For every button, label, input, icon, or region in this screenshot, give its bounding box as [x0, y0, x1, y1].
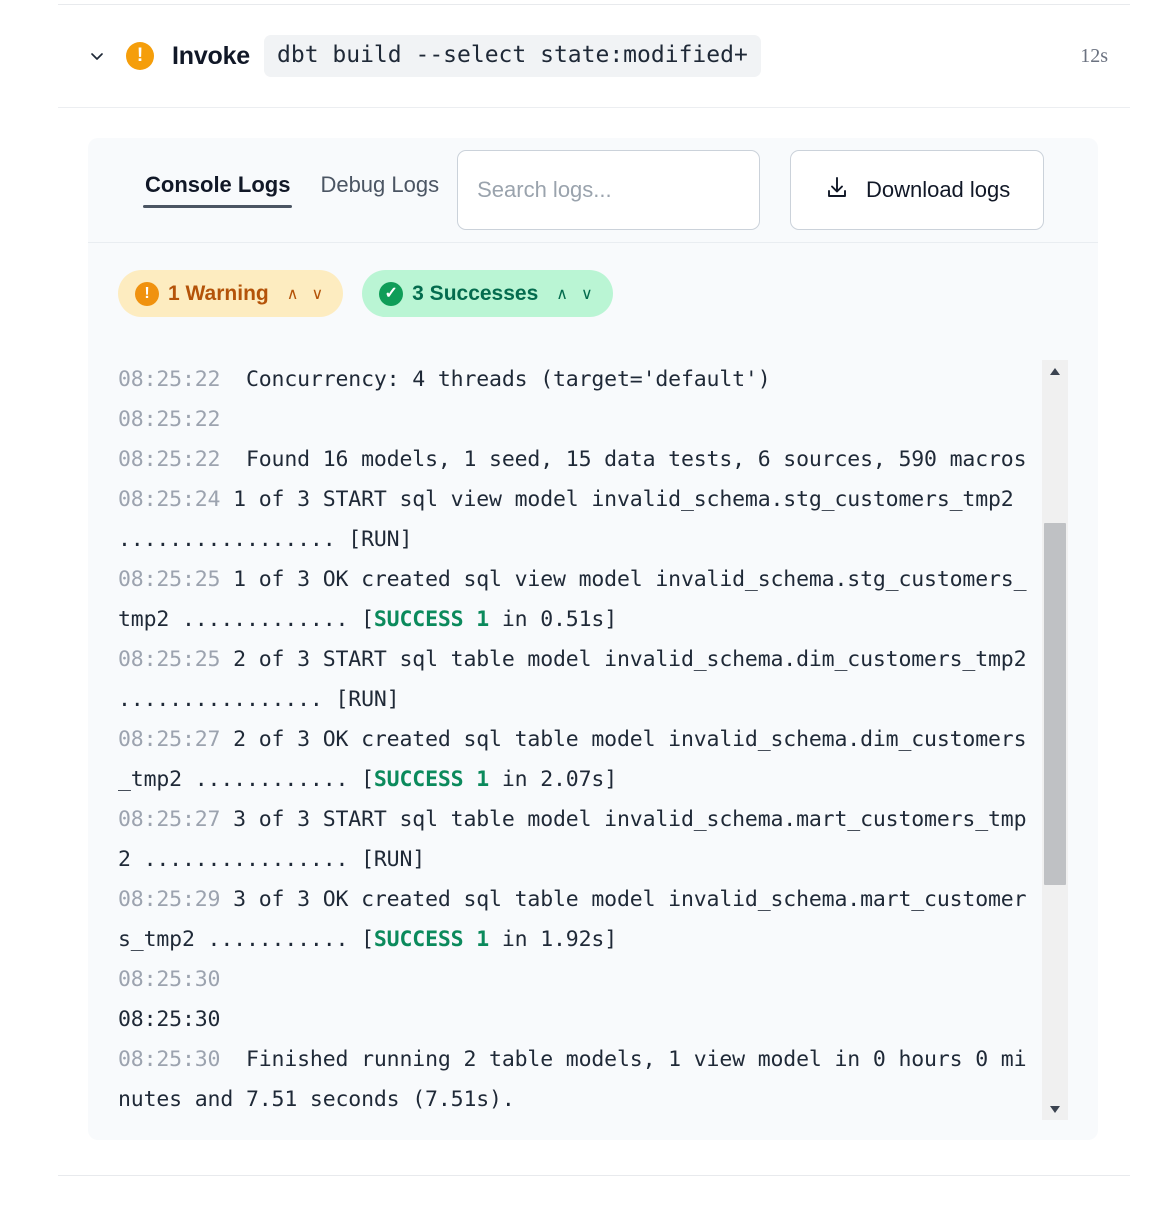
- log-text: Finished running 2 table models, 1 view …: [118, 1047, 1027, 1112]
- download-icon: [824, 175, 850, 206]
- log-line: 08:25:25 1 of 3 OK created sql view mode…: [118, 560, 1038, 640]
- download-logs-button[interactable]: Download logs: [790, 150, 1045, 230]
- log-text-tail: in 2.07s]: [489, 767, 617, 792]
- log-timestamp: 08:25:30: [118, 1007, 221, 1032]
- log-success-token: SUCCESS 1: [373, 607, 490, 632]
- warning-count-label: 1 Warning: [168, 281, 269, 305]
- log-text: Found 16 models, 1 seed, 15 data tests, …: [220, 447, 1027, 472]
- scroll-down-arrow-icon[interactable]: [1042, 1098, 1068, 1120]
- status-badge-success[interactable]: ✓ 3 Successes ∧ ∨: [362, 270, 613, 317]
- log-timestamp: 08:25:30: [118, 1047, 221, 1072]
- chevron-up-icon[interactable]: ∧: [556, 284, 568, 304]
- log-timestamp: 08:25:27: [118, 807, 221, 832]
- log-timestamp: 08:25:24: [118, 487, 221, 512]
- search-logs-box[interactable]: [457, 150, 761, 230]
- invoke-header: ! Invoke dbt build --select state:modifi…: [58, 5, 1130, 108]
- warning-exclamation-icon: !: [135, 281, 159, 306]
- chevron-down-icon[interactable]: [86, 45, 108, 67]
- log-line: 08:25:30: [118, 1000, 1038, 1040]
- log-line: 08:25:29 3 of 3 OK created sql table mod…: [118, 880, 1038, 960]
- check-circle-icon: ✓: [379, 281, 404, 306]
- log-timestamp: 08:25:27: [118, 727, 221, 752]
- log-line: 08:25:22 Concurrency: 4 threads (target=…: [118, 360, 1038, 400]
- log-text: 3 of 3 START sql table model invalid_sch…: [118, 807, 1027, 872]
- log-line: 08:25:22: [118, 400, 1038, 440]
- scroll-up-arrow-icon[interactable]: [1042, 360, 1068, 382]
- log-output[interactable]: 08:25:22 Concurrency: 4 threads (target=…: [118, 360, 1042, 1120]
- invoke-duration: 12s: [1080, 44, 1108, 67]
- warning-exclamation-icon: !: [126, 42, 154, 70]
- download-logs-label: Download logs: [865, 177, 1011, 202]
- log-timestamp: 08:25:29: [118, 887, 221, 912]
- log-text: 1 of 3 START sql view model invalid_sche…: [118, 487, 1027, 552]
- tab-console-logs[interactable]: Console Logs: [142, 172, 293, 208]
- chevron-down-icon[interactable]: ∨: [311, 284, 323, 304]
- log-text-tail: in 0.51s]: [489, 607, 617, 632]
- warning-pill-carets: ∧ ∨: [287, 284, 323, 304]
- log-line: 08:25:27 3 of 3 START sql table model in…: [118, 800, 1038, 880]
- log-text-tail: in 1.92s]: [489, 927, 617, 952]
- invoke-command: dbt build --select state:modified+: [264, 34, 761, 78]
- check-glyph: ✓: [384, 284, 398, 302]
- log-timestamp: 08:25:25: [118, 647, 221, 672]
- log-line: 08:25:30: [118, 960, 1038, 1000]
- log-line: 08:25:27 2 of 3 OK created sql table mod…: [118, 720, 1038, 800]
- log-success-token: SUCCESS 1: [373, 927, 490, 952]
- logs-toolbar: Console Logs Debug Logs Download logs: [88, 138, 1098, 243]
- log-line: 08:25:30 Finished running 2 table models…: [118, 1040, 1038, 1120]
- invoke-title: Invoke: [172, 41, 250, 70]
- log-text: Concurrency: 4 threads (target='default'…: [220, 367, 771, 392]
- search-input[interactable]: [475, 176, 743, 204]
- tab-console-logs-label: Console Logs: [145, 172, 291, 197]
- bottom-divider: [58, 1175, 1130, 1176]
- logs-card: Console Logs Debug Logs Download logs: [88, 138, 1098, 1140]
- chevron-up-icon[interactable]: ∧: [287, 284, 299, 304]
- log-line: 08:25:24 1 of 3 START sql view model inv…: [118, 480, 1038, 560]
- log-status-pills: ! 1 Warning ∧ ∨ ✓ 3 Successes ∧ ∨: [118, 270, 613, 317]
- log-text: 2 of 3 START sql table model invalid_sch…: [118, 647, 1040, 712]
- chevron-down-icon[interactable]: ∨: [581, 284, 593, 304]
- log-line: 08:25:25 2 of 3 START sql table model in…: [118, 640, 1038, 720]
- log-timestamp: 08:25:25: [118, 567, 221, 592]
- tab-debug-logs-label: Debug Logs: [320, 172, 440, 197]
- log-output-viewport: 08:25:22 Concurrency: 4 threads (target=…: [118, 360, 1068, 1120]
- log-timestamp: 08:25:22: [118, 407, 221, 432]
- log-timestamp: 08:25:22: [118, 447, 221, 472]
- warning-glyph: !: [136, 44, 144, 66]
- tab-debug-logs[interactable]: Debug Logs: [320, 172, 439, 208]
- log-scrollbar[interactable]: [1042, 360, 1068, 1120]
- log-timestamp: 08:25:30: [118, 967, 221, 992]
- warning-glyph: !: [144, 284, 150, 302]
- log-timestamp: 08:25:22: [118, 367, 221, 392]
- status-badge-warning[interactable]: ! 1 Warning ∧ ∨: [118, 270, 344, 317]
- invoke-log-panel: ! Invoke dbt build --select state:modifi…: [0, 0, 1154, 1205]
- log-success-token: SUCCESS 1: [373, 767, 490, 792]
- success-count-label: 3 Successes: [412, 281, 539, 305]
- scrollbar-thumb[interactable]: [1044, 523, 1066, 885]
- log-line: 08:25:22 Found 16 models, 1 seed, 15 dat…: [118, 440, 1038, 480]
- success-pill-carets: ∧ ∨: [556, 284, 592, 304]
